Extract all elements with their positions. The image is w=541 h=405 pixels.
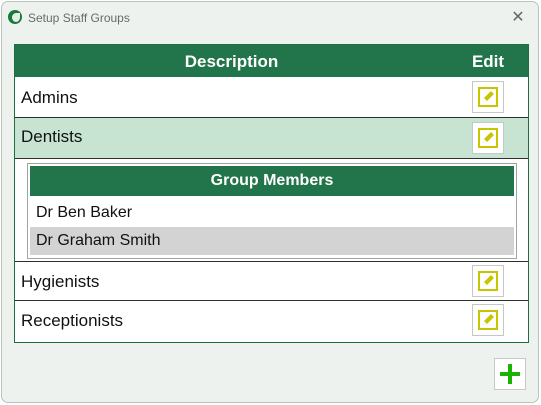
edit-button-dentists[interactable] [472, 122, 504, 154]
group-label: Dentists [21, 127, 83, 146]
table-row-receptionists[interactable]: Receptionists [15, 301, 528, 341]
pencil-edit-icon [478, 271, 498, 291]
table-row-dentists[interactable]: Dentists [15, 118, 528, 159]
edit-column-header: Edit [471, 52, 505, 71]
plus-icon [500, 364, 520, 384]
add-group-button[interactable] [494, 358, 526, 390]
close-icon[interactable]: ✕ [506, 6, 530, 30]
edit-button-admins[interactable] [472, 81, 504, 113]
member-name: Dr Graham Smith [36, 232, 161, 249]
table-row-admins[interactable]: Admins [15, 77, 528, 118]
table-header: Description Edit [15, 45, 528, 77]
group-members-header: Group Members [30, 166, 514, 196]
description-column-header: Description [184, 52, 279, 71]
pencil-edit-icon [478, 310, 498, 330]
group-label: Hygienists [21, 272, 100, 291]
edit-button-hygienists[interactable] [472, 265, 504, 297]
pencil-edit-icon [478, 87, 498, 107]
member-row[interactable]: Dr Graham Smith [30, 227, 514, 255]
staff-groups-table: Description Edit Admins Dentists Group M… [14, 44, 529, 343]
edit-button-receptionists[interactable] [472, 304, 504, 336]
table-row-hygienists[interactable]: Hygienists [15, 261, 528, 301]
pencil-edit-icon [478, 128, 498, 148]
setup-staff-groups-window: Setup Staff Groups ✕ Description Edit Ad… [1, 1, 539, 403]
title-bar: Setup Staff Groups ✕ [2, 2, 538, 36]
app-logo-icon [8, 10, 22, 24]
group-label: Receptionists [21, 311, 124, 330]
group-label: Admins [21, 88, 78, 107]
group-members-panel: Group Members Dr Ben Baker Dr Graham Smi… [27, 163, 517, 259]
member-name: Dr Ben Baker [36, 204, 133, 221]
member-row[interactable]: Dr Ben Baker [30, 199, 514, 227]
window-title: Setup Staff Groups [28, 11, 130, 25]
